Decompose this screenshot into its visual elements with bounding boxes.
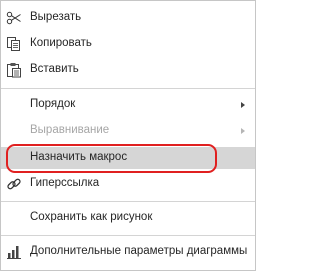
copy-icon [6, 36, 22, 52]
menu-item-assign-macro-label: Назначить макрос [30, 151, 128, 163]
menu-item-paste-label: Вставить [30, 63, 79, 75]
scissors-icon [6, 10, 22, 26]
menu-item-chart-options-label: Дополнительные параметры диаграммы [30, 245, 248, 257]
menu-item-copy[interactable]: Копировать [1, 33, 255, 55]
paste-icon [6, 62, 22, 78]
menu-separator [1, 235, 255, 236]
menu-item-save-as-picture[interactable]: Сохранить как рисунок [1, 207, 255, 229]
menu-separator [1, 201, 255, 202]
menu-item-cut[interactable]: Вырезать [1, 7, 255, 29]
menu-item-align-label: Выравнивание [30, 124, 110, 136]
bar-chart-icon [6, 244, 22, 260]
menu-item-order-label: Порядок [30, 98, 76, 110]
menu-item-hyperlink-label: Гиперссылка [30, 177, 100, 189]
menu-item-paste[interactable]: Вставить [1, 59, 255, 81]
menu-item-align: Выравнивание [1, 120, 255, 142]
menu-item-order[interactable]: Порядок [1, 94, 255, 116]
context-menu: Вырезать Копировать Вставить Порядок Выр… [0, 0, 256, 271]
menu-item-cut-label: Вырезать [30, 11, 82, 23]
menu-separator [1, 88, 255, 89]
menu-item-chart-options[interactable]: Дополнительные параметры диаграммы [1, 241, 255, 263]
submenu-arrow-icon [241, 102, 245, 108]
submenu-arrow-icon [241, 128, 245, 134]
menu-item-copy-label: Копировать [30, 37, 92, 49]
link-icon [6, 176, 22, 192]
menu-item-save-as-picture-label: Сохранить как рисунок [30, 211, 153, 223]
menu-item-hyperlink[interactable]: Гиперссылка [1, 173, 255, 195]
menu-item-assign-macro[interactable]: Назначить макрос [1, 147, 255, 169]
